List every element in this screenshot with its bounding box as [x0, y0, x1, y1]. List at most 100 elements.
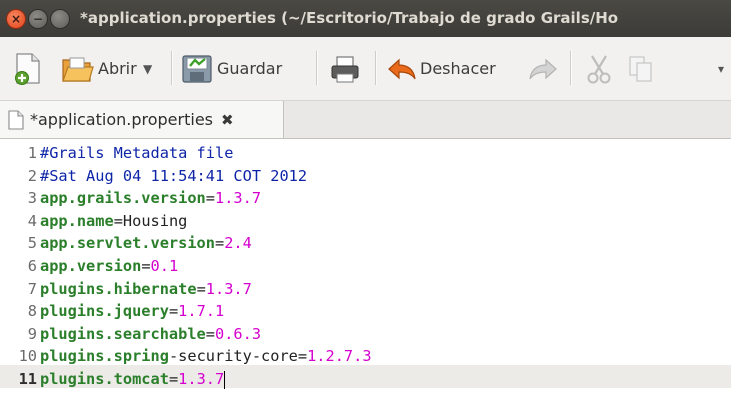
dropdown-arrow-icon: ▼	[143, 61, 153, 76]
line-code: plugins.jquery=1.7.1	[40, 302, 224, 320]
line-number: 7	[27, 279, 37, 298]
open-button[interactable]: Abrir	[60, 37, 137, 100]
save-button[interactable]: Guardar	[181, 37, 282, 100]
document-tab-bar: *application.properties ✖	[0, 101, 731, 139]
toolbar-separator	[171, 51, 173, 85]
minimize-icon: −	[32, 12, 44, 26]
code-line: 2 #Sat Aug 04 11:54:41 COT 2012	[0, 165, 307, 188]
redo-icon	[529, 58, 557, 79]
close-icon: ×	[10, 12, 22, 26]
equals-sign: =	[113, 211, 123, 230]
equals-sign: =	[205, 324, 215, 343]
close-window-button[interactable]: ×	[6, 9, 26, 29]
line-code: #Sat Aug 04 11:54:41 COT 2012	[40, 167, 307, 185]
property-value: 1.3.7	[205, 279, 252, 298]
undo-button[interactable]: Deshacer	[387, 37, 496, 100]
line-number: 9	[27, 324, 37, 343]
text-cursor	[224, 370, 226, 389]
property-key-rest: -security-core	[168, 347, 298, 366]
close-tab-icon[interactable]: ✖	[221, 111, 234, 129]
property-value: 1.3.7	[178, 370, 225, 388]
minimize-window-button[interactable]: −	[28, 9, 48, 29]
property-value: 1.3.7	[215, 189, 262, 208]
property-key: app.servlet.version	[40, 234, 215, 253]
property-key: plugins.tomcat	[40, 370, 169, 388]
open-folder-icon	[62, 57, 94, 82]
line-number: 4	[27, 211, 37, 230]
property-key: app.name	[40, 211, 114, 230]
equals-sign: =	[214, 234, 225, 253]
line-code: plugins.hibernate=1.3.7	[40, 280, 252, 298]
line-code: app.name=Housing	[40, 212, 187, 230]
equals-sign: =	[196, 279, 206, 298]
print-button[interactable]	[330, 37, 360, 100]
equals-sign: =	[205, 189, 215, 208]
equals-sign: =	[297, 347, 308, 366]
line-code: plugins.searchable=0.6.3	[40, 325, 261, 343]
tab-application-properties[interactable]: *application.properties ✖	[0, 101, 284, 138]
toolbar-separator	[570, 51, 572, 85]
property-key: app.version	[40, 257, 142, 275]
copy-button[interactable]	[627, 37, 655, 100]
comment-text: #Sat Aug 04 11:54:41 COT 2012	[40, 166, 308, 185]
code-editor[interactable]: 1 #Grails Metadata file 2 #Sat Aug 04 11:54…	[0, 139, 731, 394]
property-key: plugins.spring	[40, 347, 169, 366]
property-value: 0.1	[150, 257, 179, 275]
open-recent-dropdown[interactable]: ▼	[143, 37, 152, 100]
property-value: 0.6.3	[215, 324, 262, 343]
property-value: 1.2.7.3	[307, 347, 372, 366]
redo-button[interactable]	[528, 37, 558, 100]
line-code: plugins.spring-security-core=1.2.7.3	[40, 347, 372, 365]
property-key: plugins.searchable	[40, 324, 206, 343]
property-key: plugins.hibernate	[40, 279, 197, 298]
equals-sign: =	[168, 370, 179, 388]
code-line: 6 app.version=0.1	[0, 255, 178, 278]
toolbar-separator	[375, 51, 377, 85]
code-line: 5 app.servlet.version=2.4	[0, 232, 252, 255]
print-icon	[331, 55, 359, 82]
line-code: #Grails Metadata file	[40, 144, 233, 162]
code-line: 1 #Grails Metadata file	[0, 142, 234, 165]
comment-text: #Grails Metadata file	[40, 144, 234, 162]
more-arrow-icon: ▾	[718, 61, 725, 76]
line-number: 11	[18, 370, 37, 388]
text-document-icon	[8, 109, 24, 130]
line-code: plugins.tomcat=1.3.7	[40, 370, 226, 389]
window-title: *application.properties (~/Escritorio/Tr…	[80, 9, 619, 27]
maximize-icon	[51, 10, 69, 28]
line-code: app.version=0.1	[40, 257, 178, 275]
maximize-window-button[interactable]	[50, 9, 70, 29]
undo-label: Deshacer	[420, 59, 496, 78]
open-label: Abrir	[98, 59, 137, 78]
code-line: 7 plugins.hibernate=1.3.7	[0, 278, 252, 301]
code-line: 9 plugins.searchable=0.6.3	[0, 323, 261, 346]
line-number: 1	[27, 144, 37, 162]
line-code: app.servlet.version=2.4	[40, 234, 252, 252]
code-line: 4 app.name=Housing	[0, 210, 188, 233]
save-icon	[182, 54, 212, 83]
property-key: app.grails.version	[40, 189, 206, 208]
property-key: plugins.jquery	[40, 302, 169, 321]
window-titlebar: × − *application.properties (~/Escritori…	[0, 0, 731, 37]
property-value: 2.4	[224, 234, 252, 253]
code-line: 10 plugins.spring-security-core=1.2.7.3	[0, 345, 372, 368]
equals-sign: =	[141, 257, 151, 275]
new-document-button[interactable]	[14, 37, 42, 100]
tab-label: *application.properties	[30, 110, 213, 129]
property-value: Housing	[122, 211, 188, 230]
save-label: Guardar	[217, 59, 283, 78]
main-toolbar: Abrir ▼ Guardar Deshacer ▾	[0, 37, 731, 101]
cut-button[interactable]	[585, 37, 613, 100]
line-code: app.grails.version=1.3.7	[40, 189, 261, 207]
line-number: 3	[27, 189, 37, 208]
line-number: 10	[18, 347, 37, 366]
cut-icon	[587, 54, 611, 83]
line-number: 5	[27, 234, 37, 253]
copy-icon	[629, 55, 652, 82]
code-line: 11 plugins.tomcat=1.3.7	[0, 368, 226, 391]
code-line: 8 plugins.jquery=1.7.1	[0, 300, 224, 323]
more-tools-dropdown[interactable]: ▾	[718, 37, 724, 100]
toolbar-separator	[316, 51, 318, 85]
property-value: 1.7.1	[178, 302, 225, 321]
line-number: 8	[27, 302, 37, 321]
